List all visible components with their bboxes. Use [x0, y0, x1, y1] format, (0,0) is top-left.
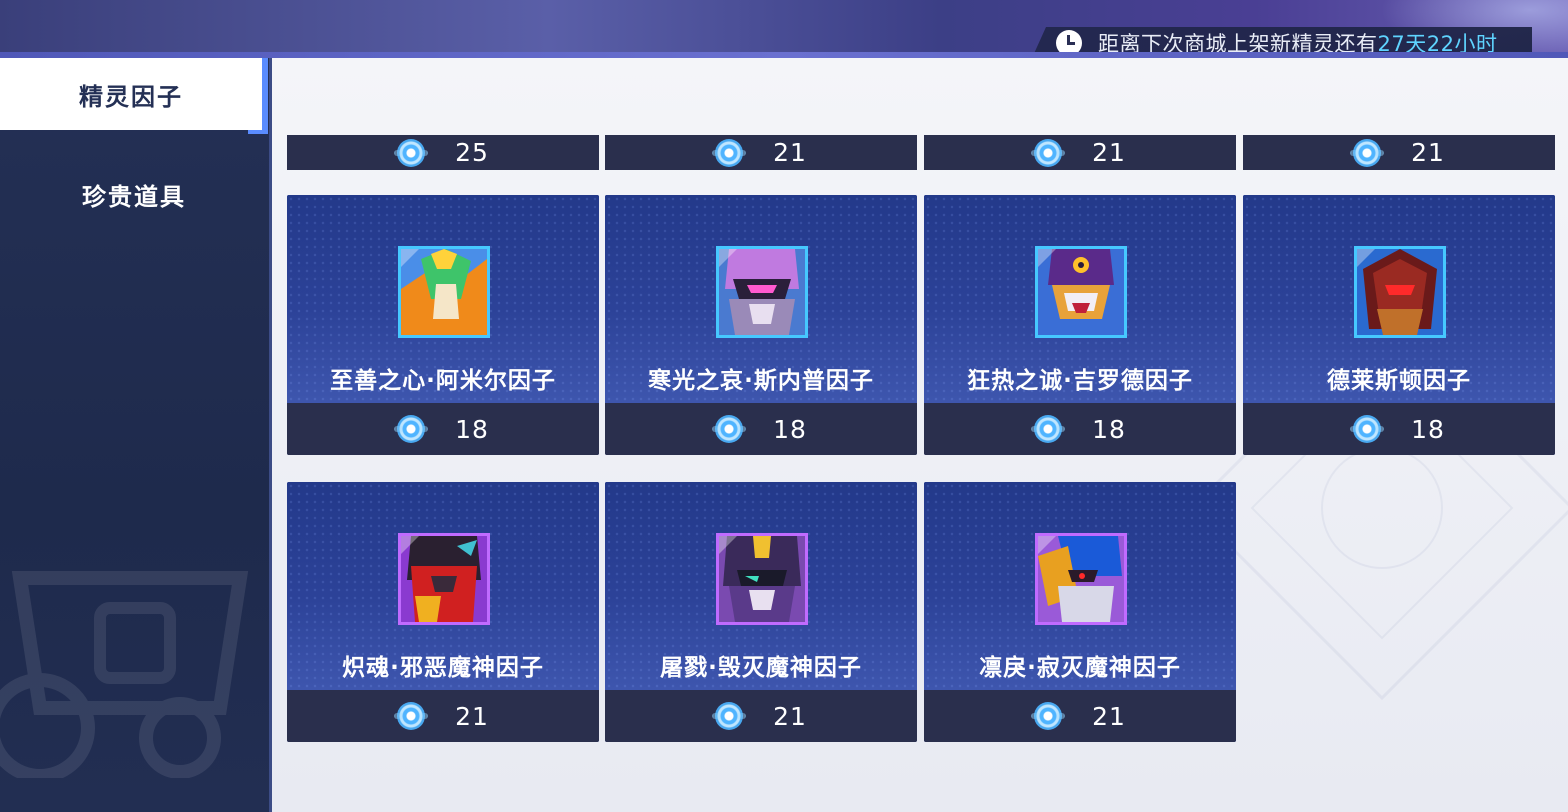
item-price: 18	[1243, 403, 1555, 455]
item-name: 寒光之哀·斯内普因子	[648, 368, 874, 394]
evil-demon-god-portrait-icon	[401, 536, 487, 622]
item-price: 21	[605, 690, 917, 742]
price-value: 18	[1092, 414, 1126, 444]
item-portrait	[716, 246, 808, 338]
crystal-gem-icon	[394, 138, 429, 167]
crystal-gem-icon	[712, 702, 747, 730]
item-portrait	[716, 533, 808, 625]
item-portrait	[398, 533, 490, 625]
crystal-gem-icon	[1031, 138, 1066, 167]
price-value: 18	[773, 414, 807, 444]
item-name: 至善之心·阿米尔因子	[330, 368, 556, 394]
clock-icon	[1056, 29, 1082, 56]
price-value: 25	[455, 138, 489, 167]
item-portrait	[1035, 533, 1127, 625]
price-value: 21	[1092, 138, 1126, 167]
crystal-gem-icon	[1031, 702, 1066, 730]
category-sidebar: 精灵因子 珍贵道具	[0, 58, 272, 812]
crystal-gem-icon	[394, 415, 429, 443]
annihilation-demon-god-portrait-icon	[1038, 536, 1124, 622]
partial-card-price[interactable]: 21	[924, 135, 1236, 170]
price-value: 21	[455, 701, 489, 731]
shop-item-card[interactable]: 至善之心·阿米尔因子 18	[287, 195, 599, 455]
item-grid[interactable]: 25 21 21 21 至善之心·阿米尔因子 18 寒光之哀·斯内普因子 18 …	[272, 135, 1568, 812]
crystal-gem-icon	[1031, 415, 1066, 443]
price-value: 21	[773, 138, 807, 167]
item-portrait	[398, 246, 490, 338]
shop-item-card[interactable]: 屠戮·毁灭魔神因子 21	[605, 482, 917, 742]
shop-main-panel: 25 21 21 21 至善之心·阿米尔因子 18 寒光之哀·斯内普因子 18 …	[272, 58, 1568, 812]
partial-card-price[interactable]: 21	[1243, 135, 1555, 170]
shop-refresh-countdown: 距离下次商城上架新精灵还有27天22小时	[1032, 27, 1532, 58]
item-price: 18	[287, 403, 599, 455]
item-name: 屠戮·毁灭魔神因子	[660, 655, 862, 681]
countdown-prefix: 距离下次商城上架新精灵还有	[1098, 31, 1378, 56]
girod-portrait-icon	[1038, 249, 1124, 335]
price-value: 18	[1411, 414, 1445, 444]
shop-item-card[interactable]: 凛戾·寂灭魔神因子 21	[924, 482, 1236, 742]
crystal-gem-icon	[1350, 138, 1385, 167]
top-banner: 距离下次商城上架新精灵还有27天22小时	[0, 0, 1568, 58]
shop-item-card[interactable]: 炽魂·邪恶魔神因子 21	[287, 482, 599, 742]
sidebar-decoration	[0, 571, 249, 778]
snape-portrait-icon	[719, 249, 805, 335]
amir-portrait-icon	[401, 249, 487, 335]
item-portrait	[1354, 246, 1446, 338]
partial-card-price[interactable]: 25	[287, 135, 599, 170]
tab-label: 精灵因子	[79, 82, 183, 111]
item-name: 狂热之诚·吉罗德因子	[967, 368, 1193, 394]
tab-spirit-factors[interactable]: 精灵因子	[0, 58, 268, 134]
shop-item-card[interactable]: 寒光之哀·斯内普因子 18	[605, 195, 917, 455]
countdown-text: 距离下次商城上架新精灵还有27天22小时	[1098, 28, 1497, 58]
tab-precious-items[interactable]: 珍贵道具	[0, 158, 268, 230]
crystal-gem-icon	[712, 415, 747, 443]
crystal-gem-icon	[712, 138, 747, 167]
item-price: 18	[924, 403, 1236, 455]
shop-item-card[interactable]: 德莱斯顿因子 18	[1243, 195, 1555, 455]
item-price: 18	[605, 403, 917, 455]
item-price: 21	[287, 690, 599, 742]
destruction-demon-god-portrait-icon	[719, 536, 805, 622]
price-value: 21	[1411, 138, 1445, 167]
tab-label: 珍贵道具	[82, 182, 186, 211]
crystal-gem-icon	[394, 702, 429, 730]
item-price: 21	[924, 690, 1236, 742]
item-name: 炽魂·邪恶魔神因子	[342, 655, 544, 681]
item-name: 德莱斯顿因子	[1327, 368, 1471, 394]
shop-item-card[interactable]: 狂热之诚·吉罗德因子 18	[924, 195, 1236, 455]
partial-card-price[interactable]: 21	[605, 135, 917, 170]
crystal-gem-icon	[1350, 415, 1385, 443]
item-name: 凛戾·寂灭魔神因子	[979, 655, 1181, 681]
countdown-time: 27天22小时	[1377, 31, 1498, 56]
item-portrait	[1035, 246, 1127, 338]
price-value: 18	[455, 414, 489, 444]
dresden-portrait-icon	[1357, 249, 1443, 335]
price-value: 21	[773, 701, 807, 731]
price-value: 21	[1092, 701, 1126, 731]
